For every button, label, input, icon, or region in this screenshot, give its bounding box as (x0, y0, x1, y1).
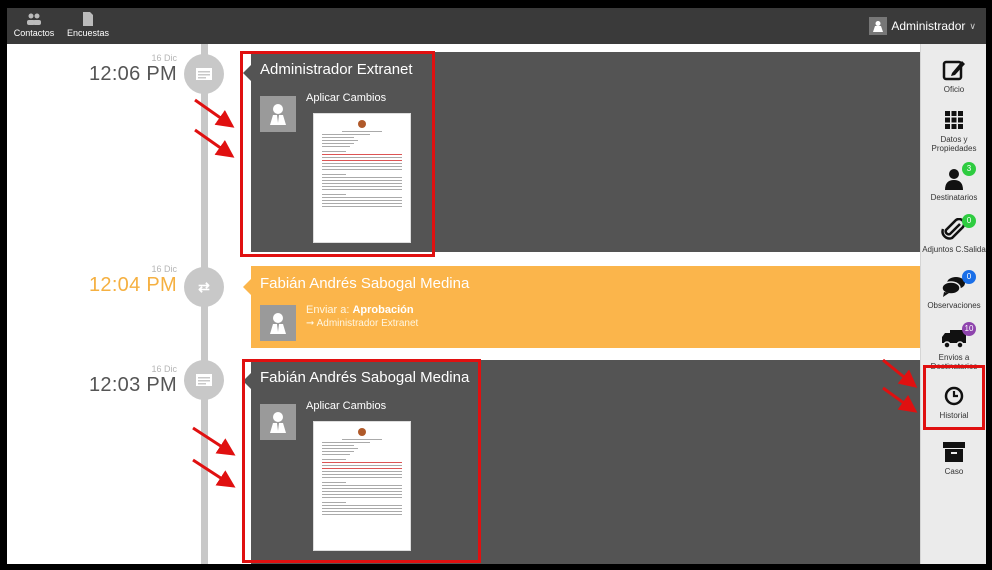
sidebar-item-oficio[interactable]: Oficio (921, 58, 986, 94)
sidebar-item-datos[interactable]: Datos y Propiedades (921, 108, 986, 153)
nav-encuestas[interactable]: Encuestas (63, 12, 113, 38)
user-menu[interactable]: Administrador ∨ (869, 16, 976, 36)
user-silhouette-icon (873, 21, 884, 32)
send-to-prefix: Enviar a: (306, 304, 353, 316)
sidebar-item-caso[interactable]: Caso (921, 440, 986, 476)
grid-icon (940, 108, 968, 132)
entry-author: Fabián Andrés Sabogal Medina (260, 369, 470, 386)
user-silhouette-icon (270, 104, 286, 125)
user-silhouette-icon (270, 412, 286, 433)
timeline-timestamp: 16 Dic 12:03 PM (27, 364, 177, 397)
sidebar-item-label: Oficio (943, 85, 965, 94)
transfer-arrows-icon: ⇄ (198, 278, 210, 295)
sidebar-item-envios[interactable]: 10 Envios a Destinatarios (921, 322, 986, 371)
count-badge: 3 (962, 162, 976, 176)
sidebar-item-label: Datos y Propiedades (931, 135, 977, 153)
users-icon (27, 13, 41, 25)
entry-date: 16 Dic (151, 364, 177, 374)
user-icon: 3 (940, 162, 976, 190)
entry-recipient: ➞ Administrador Extranet (306, 318, 419, 329)
count-badge: 0 (962, 270, 976, 284)
timeline-card: Fabián Andrés Sabogal Medina Aplicar Cam… (243, 360, 922, 564)
timeline-timestamp: 16 Dic 12:04 PM (27, 264, 177, 297)
nav-encuestas-label: Encuestas (66, 28, 110, 38)
user-silhouette-icon (270, 313, 286, 334)
timeline-timestamp: 16 Dic 12:06 PM (27, 53, 177, 86)
entry-date: 16 Dic (151, 264, 177, 274)
count-badge: 10 (962, 322, 976, 336)
archive-icon (940, 440, 968, 464)
user-avatar (869, 17, 888, 35)
send-to-target: Aprobación (352, 304, 414, 316)
entry-action: Enviar a: Aprobación (306, 304, 414, 316)
sidebar-item-label: Destinatarios (930, 193, 978, 202)
truck-icon: 10 (940, 322, 976, 350)
sidebar-item-label: Historial (939, 411, 969, 420)
sidebar-item-label: Adjuntos C.Salida (922, 245, 986, 254)
comments-icon: 0 (940, 270, 976, 298)
entry-time: 12:06 PM (88, 63, 177, 85)
sidebar-item-destinatarios[interactable]: 3 Destinatarios (921, 162, 986, 202)
document-icon (83, 12, 93, 26)
entry-time: 12:04 PM (88, 274, 177, 296)
nav-contactos-label: Contactos (13, 28, 55, 38)
document-list-icon (195, 373, 213, 387)
avatar (260, 404, 296, 440)
sidebar-item-historial[interactable]: Historial (921, 384, 986, 420)
entry-date: 16 Dic (151, 53, 177, 63)
count-badge: 0 (962, 214, 976, 228)
sidebar-item-observaciones[interactable]: 0 Observaciones (921, 270, 986, 310)
timeline-node (184, 54, 224, 94)
document-list-icon (195, 67, 213, 81)
user-name: Administrador (891, 19, 966, 33)
paperclip-icon: 0 (940, 214, 976, 242)
document-thumbnail[interactable] (313, 113, 411, 243)
entry-action: Aplicar Cambios (306, 400, 387, 412)
sidebar-item-label: Observaciones (927, 301, 981, 310)
entry-action: Aplicar Cambios (306, 92, 387, 104)
timeline-card: Fabián Andrés Sabogal Medina Enviar a: A… (243, 266, 922, 348)
entry-author: Administrador Extranet (260, 61, 413, 78)
timeline-node: ⇄ (184, 267, 224, 307)
top-bar: Contactos Encuestas Administrador ∨ (7, 8, 986, 44)
avatar (260, 96, 296, 132)
sidebar-item-adjuntos[interactable]: 0 Adjuntos C.Salida (921, 214, 986, 254)
document-thumbnail[interactable] (313, 421, 411, 551)
edit-icon (940, 58, 968, 82)
timeline-card: Administrador Extranet Aplicar Cambios (243, 52, 922, 252)
entry-time: 12:03 PM (88, 374, 177, 396)
clock-icon (940, 384, 968, 408)
sidebar-item-label: Caso (944, 467, 964, 476)
chevron-down-icon: ∨ (969, 20, 976, 31)
sidebar-item-label: Envios a Destinatarios (930, 353, 978, 371)
app-window: Contactos Encuestas Administrador ∨ 16 D… (7, 8, 986, 564)
avatar (260, 305, 296, 341)
entry-author: Fabián Andrés Sabogal Medina (260, 275, 470, 292)
nav-contactos[interactable]: Contactos (11, 12, 57, 38)
right-sidebar: Oficio Datos y Propiedades 3 Destinatari… (920, 44, 986, 564)
timeline-node (184, 360, 224, 400)
